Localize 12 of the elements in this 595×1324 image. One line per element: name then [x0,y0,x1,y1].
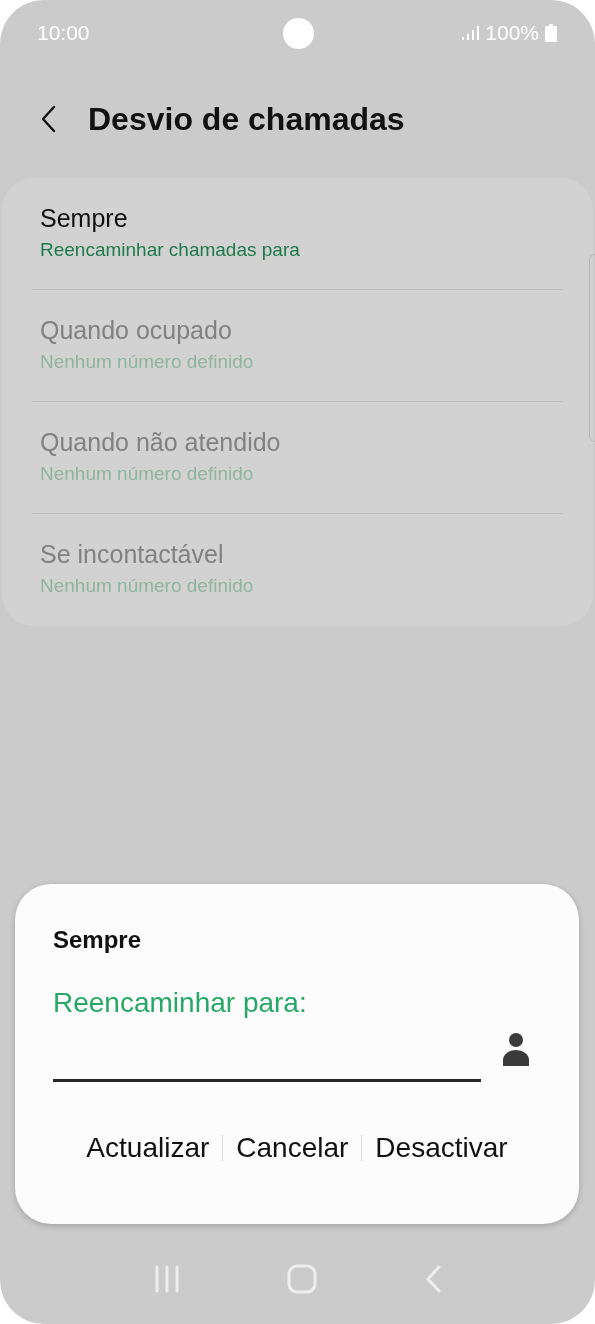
page-title: Desvio de chamadas [88,100,405,138]
dialog-button[interactable]: Cancelar [223,1128,362,1168]
dialog-button[interactable]: Desactivar [362,1128,521,1168]
field-label: Reencaminhar para: [53,987,308,1019]
camera-hole [283,18,314,49]
dialog-button[interactable]: Actualizar [73,1128,223,1168]
settings-item[interactable]: Sempre Reencaminhar chamadas para [32,178,563,290]
signal-icon [462,26,480,40]
back-icon[interactable] [40,105,56,133]
dialog-title: Sempre [53,926,143,954]
contact-icon[interactable] [503,1033,529,1066]
battery-icon [545,24,557,42]
